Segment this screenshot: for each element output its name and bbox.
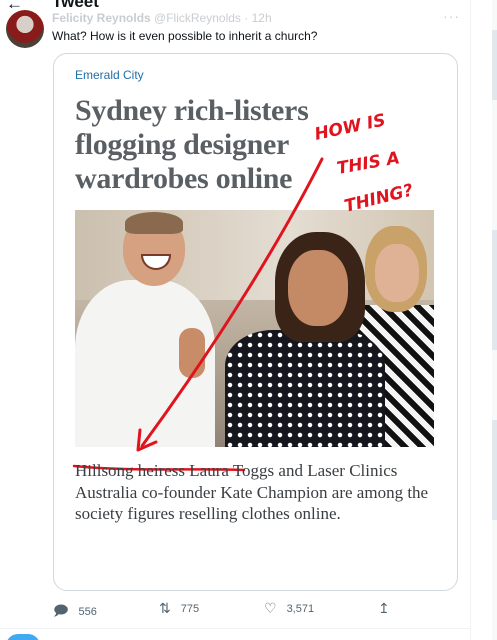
reply-icon: 🗩: [53, 602, 69, 618]
article-caption: Hillsong heiress Laura Toggs and Laser C…: [75, 460, 435, 525]
next-tweet-divider: [0, 628, 470, 640]
retweet-button[interactable]: ⇅ 775: [159, 600, 199, 617]
share-button[interactable]: ↥: [378, 600, 390, 617]
media-card[interactable]: Emerald City Sydney rich-listers floggin…: [53, 53, 458, 591]
caption-highlight: Hillsong heiress: [75, 461, 186, 480]
author-name[interactable]: Felicity Reynolds: [52, 11, 151, 25]
like-button[interactable]: ♡ 3,571: [264, 600, 314, 617]
author-handle[interactable]: @FlickReynolds: [154, 11, 241, 25]
separator: ·: [244, 11, 249, 25]
avatar[interactable]: [6, 10, 44, 48]
more-horizontal-icon[interactable]: ···: [443, 8, 460, 24]
share-icon: ↥: [378, 600, 390, 616]
headline-line: Sydney rich-listers: [75, 94, 309, 127]
headline-line: flogging designer: [75, 128, 290, 161]
section-label: Emerald City: [75, 68, 144, 82]
tweet-actions: 🗩 556 ⇅ 775 ♡ 3,571 ↥: [0, 600, 470, 620]
reply-button[interactable]: 🗩 556: [53, 600, 97, 624]
article-photo: [75, 210, 434, 447]
scrollbar-segment[interactable]: [492, 230, 497, 350]
scrollbar-segment[interactable]: [492, 30, 497, 100]
reply-count: 556: [78, 606, 97, 618]
timestamp[interactable]: 12h: [252, 11, 272, 25]
article-headline: Sydney rich-listers flogging designer wa…: [75, 94, 355, 196]
like-count: 3,571: [286, 602, 315, 615]
retweet-icon: ⇅: [159, 600, 171, 616]
heart-icon: ♡: [264, 600, 277, 616]
author-line: Felicity Reynolds @FlickReynolds · 12h: [52, 11, 272, 25]
column-divider: [470, 0, 471, 640]
scrollbar-segment[interactable]: [492, 420, 497, 520]
tweet-text: What? How is it even possible to inherit…: [52, 29, 318, 43]
headline-line: wardrobes online: [75, 162, 293, 195]
retweet-count: 775: [180, 602, 200, 615]
